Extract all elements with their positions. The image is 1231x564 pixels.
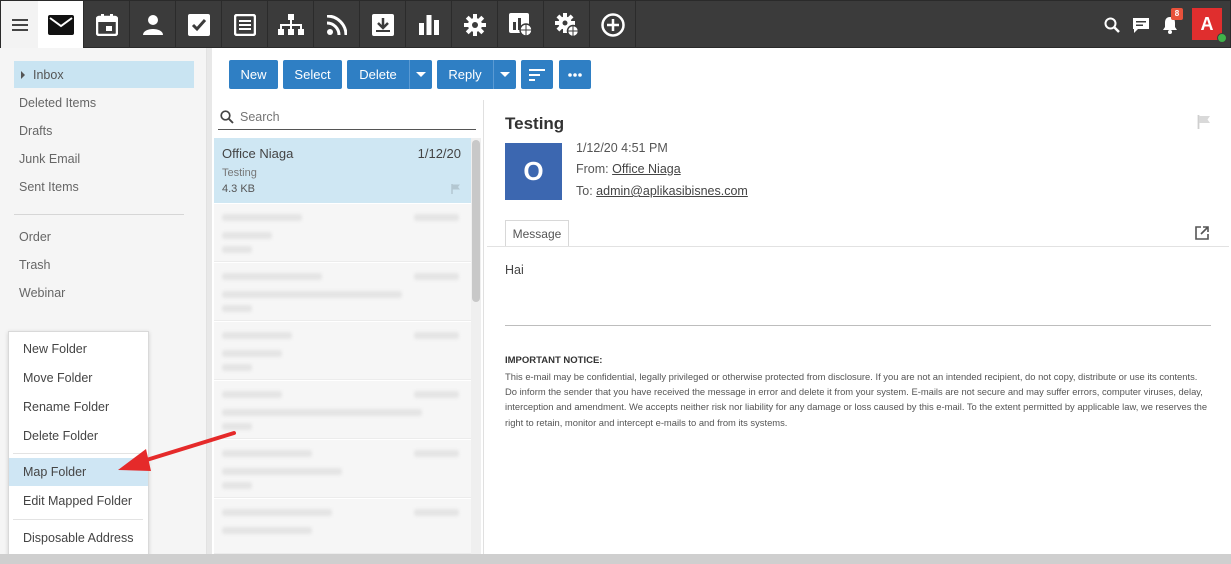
message-list-scroll-thumb[interactable] [472, 140, 480, 302]
blurred-message-row[interactable] [214, 204, 471, 262]
rss-icon[interactable] [314, 1, 360, 48]
folder-junk-email[interactable]: Junk Email [14, 145, 194, 172]
tab-message[interactable]: Message [505, 220, 569, 247]
to-label: To: [576, 184, 593, 198]
menu-icon[interactable] [1, 1, 38, 48]
email-body: Hai [505, 263, 524, 277]
recipient-link[interactable]: admin@aplikasibisnes.com [596, 184, 748, 198]
folder-label: Drafts [19, 123, 53, 138]
delete-button[interactable]: Delete [347, 60, 409, 89]
chat-icon[interactable] [1129, 13, 1153, 37]
folder-label: Order [19, 229, 51, 244]
sitemap-icon[interactable] [268, 1, 314, 48]
folder-context-menu: New Folder Move Folder Rename Folder Del… [8, 331, 149, 556]
notes-icon[interactable] [222, 1, 268, 48]
top-navigation-bar: 8 A [0, 0, 1231, 48]
folder-inbox[interactable]: Inbox [14, 61, 194, 88]
tasks-icon[interactable] [176, 1, 222, 48]
email-datetime: 1/12/20 4:51 PM [576, 141, 668, 155]
menu-item-disposable-address[interactable]: Disposable Address [9, 524, 148, 552]
menu-separator [13, 519, 143, 520]
notice-title: IMPORTANT NOTICE: [505, 355, 603, 366]
search-input[interactable] [240, 109, 460, 124]
expand-caret-icon[interactable] [21, 70, 25, 79]
notice-text: This e-mail may be confidential, legally… [505, 371, 1208, 428]
sidebar-divider [14, 214, 184, 215]
folder-sent-items[interactable]: Sent Items [14, 173, 194, 200]
add-icon[interactable] [590, 1, 636, 48]
folder-trash[interactable]: Trash [14, 251, 194, 278]
menu-item-new-folder[interactable]: New Folder [9, 335, 148, 363]
message-list: Office Niaga 1/12/20 Testing 4.3 KB [212, 100, 484, 554]
domain-report-icon[interactable] [498, 1, 544, 48]
reply-button[interactable]: Reply [437, 60, 493, 89]
message-size: 4.3 KB [222, 183, 256, 195]
menu-item-delete-folder[interactable]: Delete Folder [9, 422, 148, 450]
message-sender: Office Niaga [222, 146, 294, 161]
reply-dropdown-button[interactable] [493, 60, 516, 89]
email-to-line: To: admin@aplikasibisnes.com [576, 184, 748, 198]
notification-badge: 8 [1171, 8, 1183, 20]
folder-label: Trash [19, 257, 51, 272]
search-icon[interactable] [1100, 13, 1124, 37]
more-options-button[interactable] [559, 60, 591, 89]
email-from-line: From: Office Niaga [576, 162, 681, 176]
folder-label: Junk Email [19, 151, 81, 166]
settings-icon[interactable] [452, 1, 498, 48]
status-bar [0, 554, 1231, 564]
online-status-indicator [1217, 33, 1227, 43]
folder-order[interactable]: Order [14, 223, 194, 250]
sort-button[interactable] [521, 60, 553, 89]
menu-item-move-folder[interactable]: Move Folder [9, 364, 148, 392]
folder-label: Webinar [19, 285, 66, 300]
message-date: 1/12/20 [417, 146, 461, 161]
blurred-message-row[interactable] [214, 440, 471, 498]
domain-settings-icon[interactable] [544, 1, 590, 48]
mail-icon[interactable] [38, 1, 84, 48]
more-horizontal-icon [568, 72, 582, 77]
flag-icon[interactable] [1197, 115, 1211, 129]
folder-label: Inbox [33, 67, 64, 82]
body-divider [505, 325, 1211, 326]
chevron-down-icon [500, 72, 510, 77]
popout-icon[interactable] [1195, 226, 1209, 240]
blurred-message-row[interactable] [214, 499, 471, 554]
chart-icon[interactable] [406, 1, 452, 48]
message-subject: Testing [222, 167, 257, 179]
delete-dropdown-button[interactable] [409, 60, 432, 89]
chevron-down-icon [416, 72, 426, 77]
message-item-selected[interactable]: Office Niaga 1/12/20 Testing 4.3 KB [214, 138, 471, 203]
calendar-icon[interactable] [84, 1, 130, 48]
flag-icon[interactable] [451, 184, 461, 194]
sort-icon [529, 68, 545, 81]
sender-link[interactable]: Office Niaga [612, 162, 681, 176]
blurred-message-row[interactable] [214, 263, 471, 321]
tab-divider [487, 246, 1229, 247]
menu-item-rename-folder[interactable]: Rename Folder [9, 393, 148, 421]
menu-item-map-folder[interactable]: Map Folder [9, 458, 148, 486]
blurred-message-row[interactable] [214, 381, 471, 439]
folder-deleted-items[interactable]: Deleted Items [14, 89, 194, 116]
blurred-message-row[interactable] [214, 322, 471, 380]
new-button[interactable]: New [229, 60, 278, 89]
download-icon[interactable] [360, 1, 406, 48]
contacts-icon[interactable] [130, 1, 176, 48]
menu-separator [13, 453, 143, 454]
email-subject: Testing [505, 114, 565, 133]
reading-pane: Testing O 1/12/20 4:51 PM From: Office N… [487, 100, 1229, 554]
folder-label: Sent Items [19, 179, 79, 194]
folder-webinar[interactable]: Webinar [14, 279, 194, 306]
select-button[interactable]: Select [283, 60, 342, 89]
search-icon [220, 109, 234, 124]
menu-item-edit-mapped-folder[interactable]: Edit Mapped Folder [9, 487, 148, 515]
folder-drafts[interactable]: Drafts [14, 117, 194, 144]
folder-label: Deleted Items [19, 95, 97, 110]
from-label: From: [576, 162, 609, 176]
search-box [218, 104, 476, 130]
sender-avatar: O [505, 143, 562, 200]
message-toolbar: New Select Delete Reply [212, 48, 1231, 100]
